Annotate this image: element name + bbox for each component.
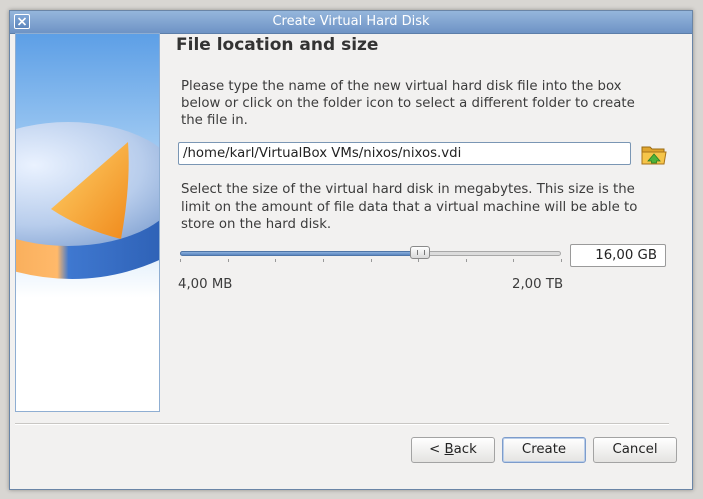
title-bar[interactable]: Create Virtual Hard Disk: [10, 11, 692, 34]
create-button[interactable]: Create: [502, 437, 586, 463]
wizard-disk-illustration: [15, 33, 160, 412]
file-location-description: Please type the name of the new virtual …: [181, 79, 635, 128]
folder-open-icon[interactable]: [640, 141, 668, 167]
slider-tick: [180, 259, 181, 262]
page-title: File location and size: [176, 35, 379, 55]
slider-ticks: [180, 259, 562, 263]
max-size-label: 2,00 TB: [512, 277, 564, 292]
slider-tick: [371, 259, 372, 262]
slider-handle[interactable]: [410, 246, 430, 259]
slider-tick: [228, 259, 229, 262]
back-button-prefix: <: [429, 442, 445, 457]
slider-tick: [275, 259, 276, 262]
slider-fill: [180, 251, 420, 256]
file-path-input[interactable]: [178, 142, 631, 165]
back-button-mnemonic: B: [444, 442, 454, 457]
disk-size-slider[interactable]: [180, 245, 562, 263]
back-button-rest: ack: [453, 442, 477, 457]
button-separator: [15, 423, 669, 425]
window-title: Create Virtual Hard Disk: [272, 14, 430, 29]
slider-tick: [323, 259, 324, 262]
slider-tick: [466, 259, 467, 262]
back-button[interactable]: < Back: [411, 437, 495, 463]
disk-size-input[interactable]: [570, 244, 666, 267]
cancel-button[interactable]: Cancel: [593, 437, 677, 463]
disk-size-description: Select the size of the virtual hard disk…: [181, 182, 638, 232]
slider-tick: [561, 259, 562, 262]
min-size-label: 4,00 MB: [178, 277, 233, 292]
slider-tick: [418, 259, 419, 262]
slider-tick: [513, 259, 514, 262]
